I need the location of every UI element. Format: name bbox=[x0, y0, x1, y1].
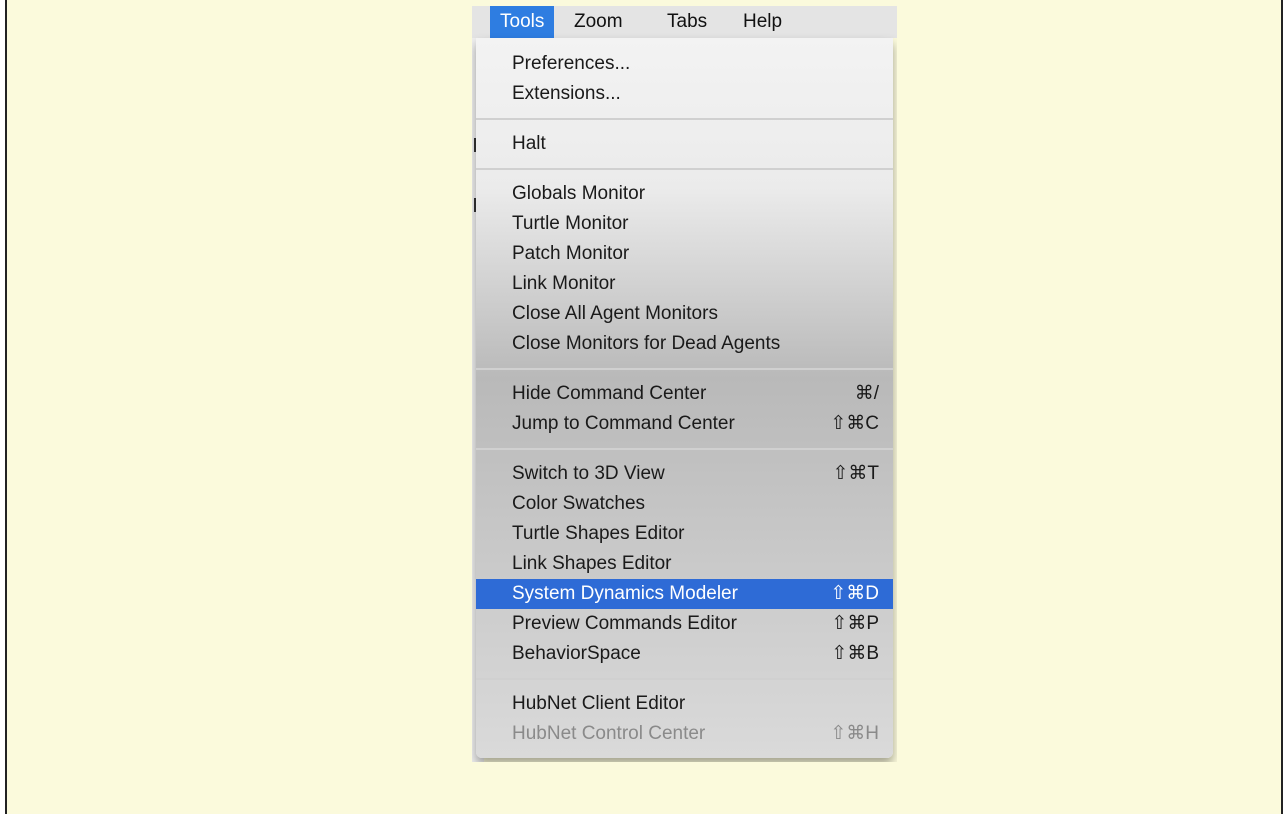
menu-item-behaviorspace[interactable]: BehaviorSpace ⇧⌘B bbox=[476, 639, 893, 669]
menu-item-label: Close Monitors for Dead Agents bbox=[512, 333, 781, 354]
menu-item-label: Globals Monitor bbox=[512, 183, 646, 204]
menu-item-globals-monitor[interactable]: Globals Monitor bbox=[476, 179, 893, 209]
menu-item-switch-3d-view[interactable]: Switch to 3D View ⇧⌘T bbox=[476, 459, 893, 489]
menu-item-label: BehaviorSpace bbox=[512, 643, 641, 664]
menu-item-hide-command-center[interactable]: Hide Command Center ⌘/ bbox=[476, 379, 893, 409]
menu-item-system-dynamics-modeler[interactable]: System Dynamics Modeler ⇧⌘D bbox=[476, 579, 893, 609]
menu-separator bbox=[476, 368, 893, 370]
menu-item-extensions[interactable]: Extensions... bbox=[476, 79, 893, 109]
menu-item-label: Turtle Shapes Editor bbox=[512, 523, 685, 544]
menu-item-label: HubNet Control Center bbox=[512, 723, 706, 744]
menu-item-label: System Dynamics Modeler bbox=[512, 583, 738, 604]
menu-item-label: Halt bbox=[512, 133, 546, 154]
menu-item-label: Color Swatches bbox=[512, 493, 646, 514]
menu-separator bbox=[476, 678, 893, 680]
menu-item-label: Patch Monitor bbox=[512, 243, 630, 264]
menu-item-preview-commands-editor[interactable]: Preview Commands Editor ⇧⌘P bbox=[476, 609, 893, 639]
menu-item-label: Jump to Command Center bbox=[512, 413, 735, 434]
menu-item-label: Extensions... bbox=[512, 83, 621, 104]
menu-separator bbox=[476, 448, 893, 450]
tools-menu: Preferences... Extensions... Halt Global… bbox=[476, 38, 893, 758]
menu-bar: Tools Zoom Tabs Help bbox=[472, 6, 897, 38]
menu-item-shortcut: ⇧⌘D bbox=[830, 583, 879, 604]
menu-zoom[interactable]: Zoom bbox=[564, 6, 633, 38]
menu-item-shortcut: ⇧⌘T bbox=[832, 463, 879, 484]
menu-item-close-all-agent-monitors[interactable]: Close All Agent Monitors bbox=[476, 299, 893, 329]
menu-item-turtle-shapes-editor[interactable]: Turtle Shapes Editor bbox=[476, 519, 893, 549]
menu-item-turtle-monitor[interactable]: Turtle Monitor bbox=[476, 209, 893, 239]
menu-item-close-monitors-dead-agents[interactable]: Close Monitors for Dead Agents bbox=[476, 329, 893, 359]
menu-separator bbox=[476, 118, 893, 120]
menu-item-hubnet-client-editor[interactable]: HubNet Client Editor bbox=[476, 689, 893, 719]
menu-item-label: Close All Agent Monitors bbox=[512, 303, 718, 324]
document-panel: Tools Zoom Tabs Help Preferences... Exte… bbox=[5, 0, 1283, 814]
menu-item-patch-monitor[interactable]: Patch Monitor bbox=[476, 239, 893, 269]
menu-item-shortcut: ⇧⌘H bbox=[830, 723, 879, 744]
menu-item-shortcut: ⌘/ bbox=[854, 383, 879, 404]
menu-item-color-swatches[interactable]: Color Swatches bbox=[476, 489, 893, 519]
menu-item-label: Preview Commands Editor bbox=[512, 613, 737, 634]
menu-item-link-shapes-editor[interactable]: Link Shapes Editor bbox=[476, 549, 893, 579]
menu-screenshot: Tools Zoom Tabs Help Preferences... Exte… bbox=[472, 6, 897, 762]
menu-item-shortcut: ⇧⌘P bbox=[831, 613, 879, 634]
menu-tools[interactable]: Tools bbox=[490, 6, 555, 38]
menu-tabs[interactable]: Tabs bbox=[657, 6, 717, 38]
menu-item-label: HubNet Client Editor bbox=[512, 693, 686, 714]
menu-separator bbox=[476, 168, 893, 170]
menu-item-label: Turtle Monitor bbox=[512, 213, 629, 234]
menu-item-jump-to-command-center[interactable]: Jump to Command Center ⇧⌘C bbox=[476, 409, 893, 439]
menu-item-link-monitor[interactable]: Link Monitor bbox=[476, 269, 893, 299]
menu-item-label: Hide Command Center bbox=[512, 383, 707, 404]
menu-item-hubnet-control-center: HubNet Control Center ⇧⌘H bbox=[476, 719, 893, 749]
menu-item-label: Link Shapes Editor bbox=[512, 553, 672, 574]
menu-item-label: Link Monitor bbox=[512, 273, 616, 294]
menu-item-shortcut: ⇧⌘C bbox=[830, 413, 879, 434]
menu-item-preferences[interactable]: Preferences... bbox=[476, 49, 893, 79]
menu-item-halt[interactable]: Halt bbox=[476, 129, 893, 159]
menu-help[interactable]: Help bbox=[733, 6, 792, 38]
menu-item-shortcut: ⇧⌘B bbox=[831, 643, 879, 664]
menu-item-label: Switch to 3D View bbox=[512, 463, 665, 484]
menu-item-label: Preferences... bbox=[512, 53, 631, 74]
